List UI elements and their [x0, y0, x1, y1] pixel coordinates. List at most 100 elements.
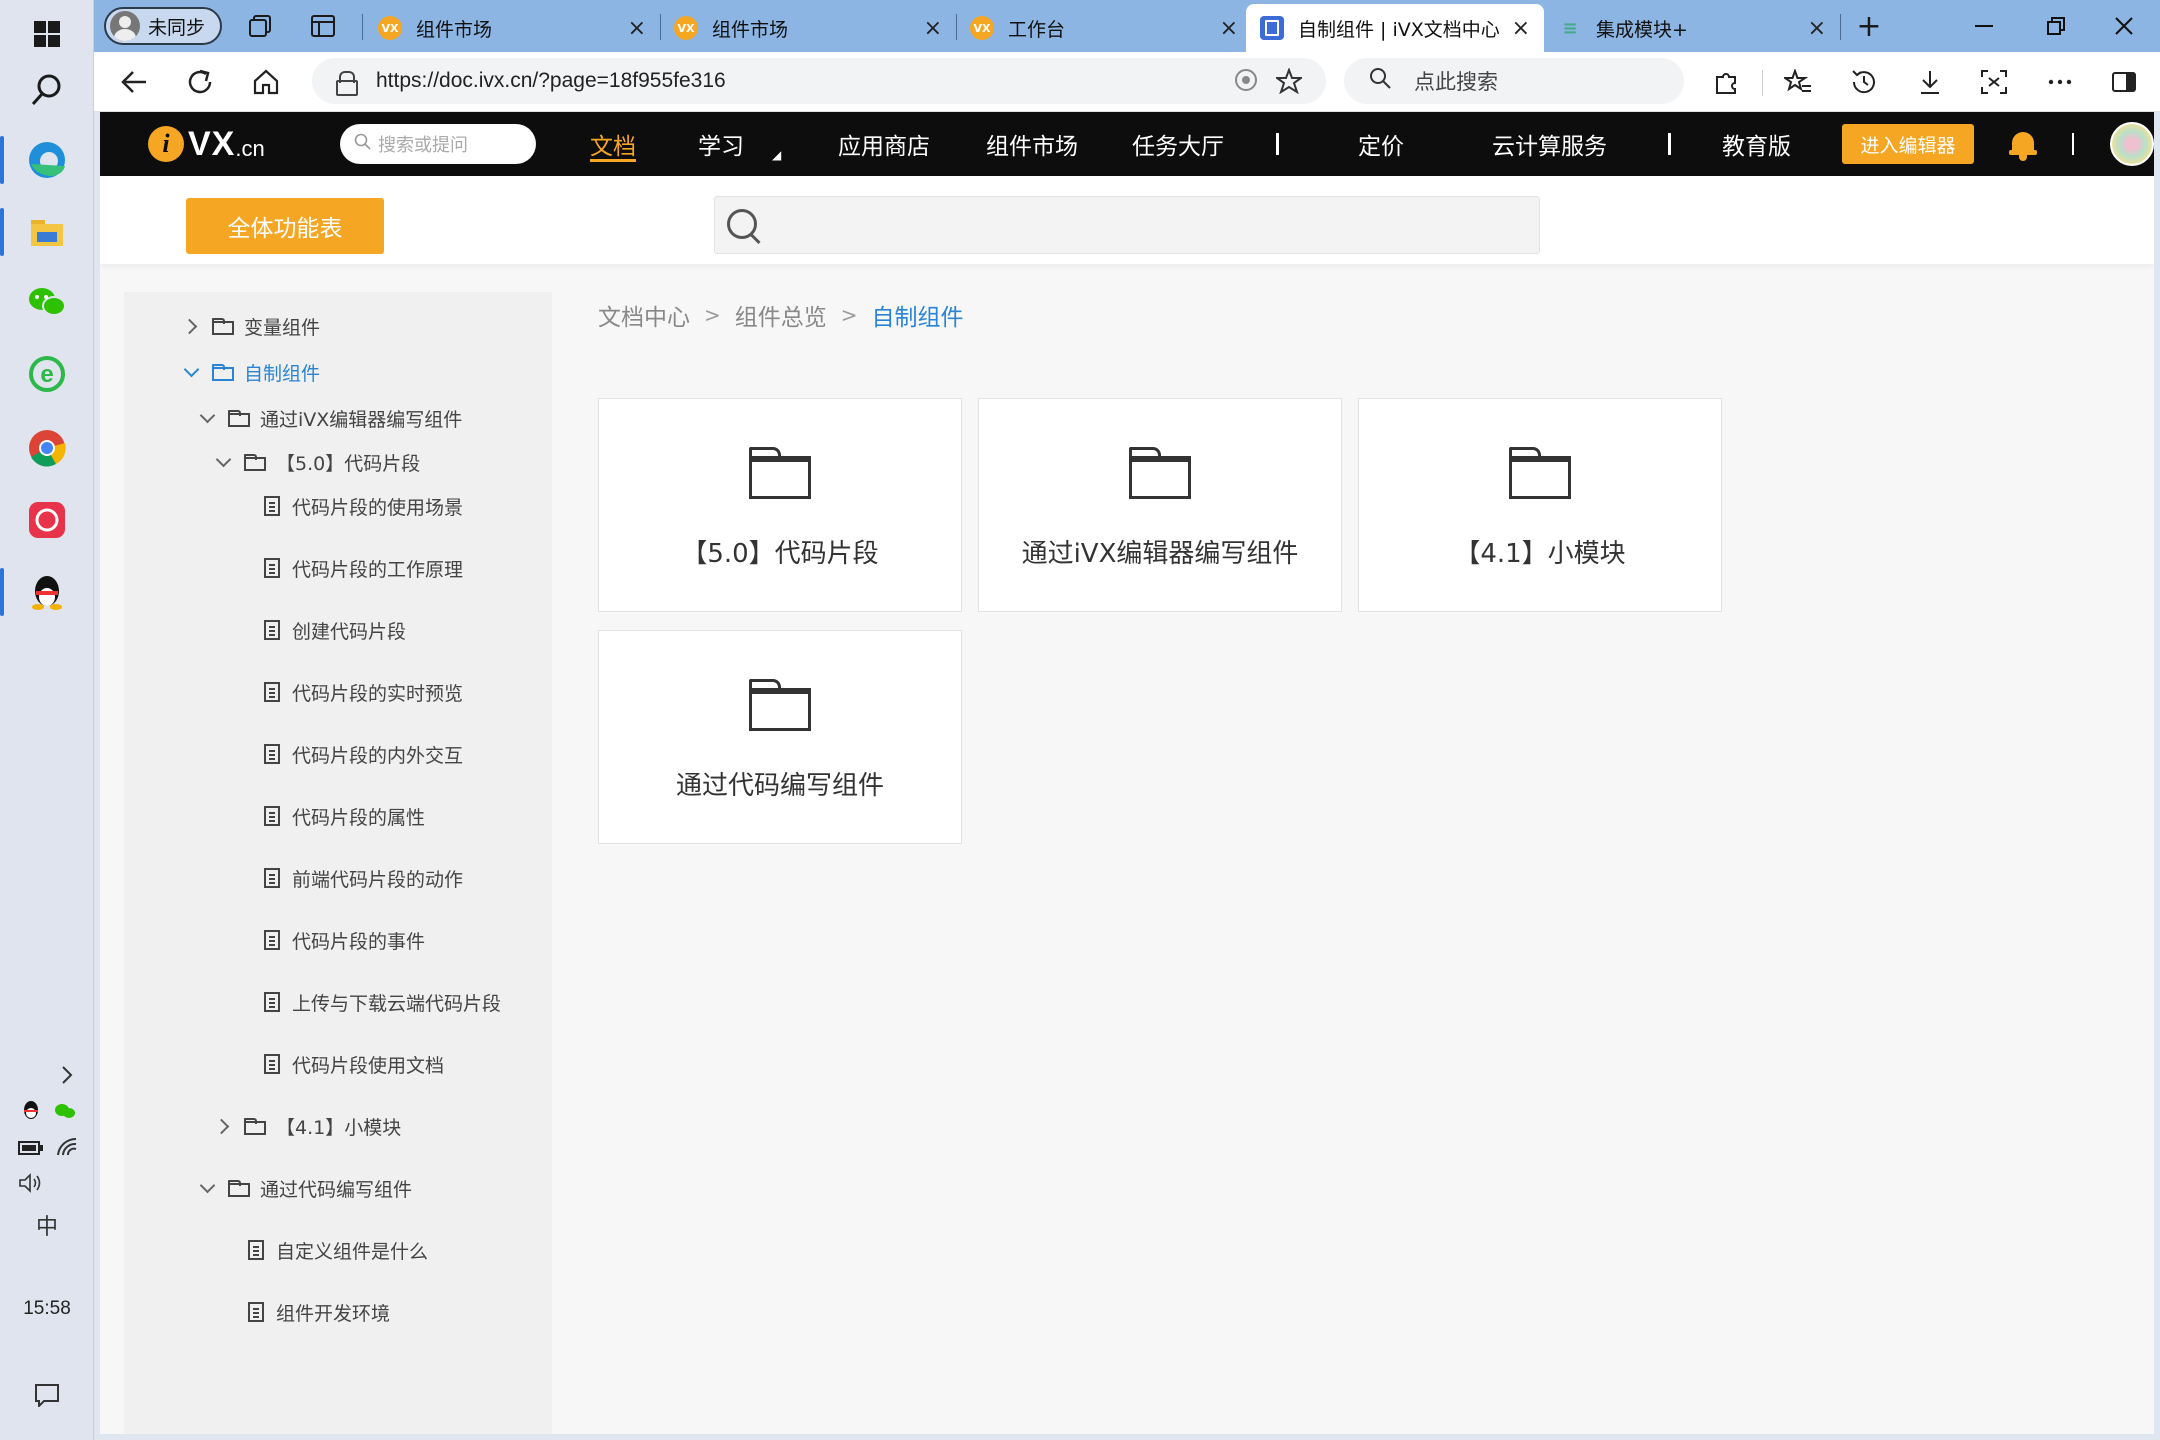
folder-card[interactable]: 【5.0】代码片段 — [598, 398, 962, 612]
nav-docs[interactable]: 文档 — [590, 112, 636, 176]
wifi-icon[interactable] — [54, 1134, 80, 1160]
bell-icon[interactable] — [2008, 126, 2038, 162]
tray-qq-icon[interactable] — [18, 1098, 44, 1124]
clock[interactable]: 15:58 — [0, 1298, 94, 1320]
tree-item-ivx-editor-components[interactable]: 通过iVX编辑器编写组件 — [198, 398, 462, 438]
battery-icon[interactable] — [16, 1136, 46, 1160]
tab-close-icon[interactable]: × — [924, 16, 942, 41]
back-button[interactable] — [114, 64, 154, 100]
taskbar-file-explorer[interactable] — [0, 198, 94, 266]
enter-editor-button[interactable]: 进入编辑器 — [1842, 124, 1974, 164]
lock-icon[interactable] — [336, 71, 358, 96]
chevron-right-icon[interactable] — [214, 1117, 232, 1135]
tree-doc-item[interactable]: 组件开发环境 — [248, 1292, 390, 1332]
favorite-star-icon[interactable] — [1273, 67, 1305, 100]
profile-button[interactable]: 未同步 — [104, 7, 222, 45]
restore-button[interactable] — [2032, 8, 2080, 44]
tree-doc-item[interactable]: 代码片段的实时预览 — [264, 672, 463, 712]
chevron-down-icon[interactable] — [198, 1179, 216, 1197]
nav-cloud[interactable]: 云计算服务 — [1492, 112, 1607, 176]
chevron-right-icon[interactable] — [182, 317, 200, 335]
home-button[interactable] — [246, 64, 286, 100]
search-button[interactable] — [0, 56, 94, 124]
notification-center-icon[interactable] — [30, 1380, 64, 1410]
all-features-button[interactable]: 全体功能表 — [186, 198, 384, 254]
breadcrumb-item[interactable]: 组件总览 — [735, 298, 827, 332]
user-avatar[interactable] — [2110, 122, 2154, 166]
tree-item-custom-components[interactable]: 自制组件 — [182, 352, 320, 392]
extensions-button[interactable] — [1706, 64, 1746, 100]
volume-icon[interactable] — [16, 1170, 46, 1196]
nav-education[interactable]: 教育版 — [1722, 112, 1791, 176]
chevron-down-icon[interactable] — [214, 453, 232, 471]
app-red-icon — [29, 502, 65, 538]
caret-down-icon[interactable]: ◢ — [772, 148, 781, 162]
tree-doc-item[interactable]: 上传与下载云端代码片段 — [264, 982, 501, 1022]
tree-item-code-components[interactable]: 通过代码编写组件 — [198, 1168, 412, 1208]
tray-expand-chevron-icon[interactable] — [54, 1060, 80, 1090]
taskbar-chrome[interactable] — [0, 414, 94, 482]
history-button[interactable] — [1844, 64, 1884, 100]
nav-learn[interactable]: 学习 — [698, 112, 744, 176]
tree-doc-item[interactable]: 代码片段的工作原理 — [264, 548, 463, 588]
ivx-logo[interactable]: i VX .cn — [148, 124, 265, 164]
tree-doc-item[interactable]: 代码片段的内外交互 — [264, 734, 463, 774]
tree-item-small-module[interactable]: 【4.1】小模块 — [214, 1106, 401, 1146]
ime-indicator[interactable]: 中 — [30, 1210, 64, 1240]
tray-wechat-icon[interactable] — [52, 1098, 78, 1124]
taskbar-wechat[interactable] — [0, 268, 94, 336]
tab-custom-components[interactable]: 自制组件 | iVX文档中心 × — [1246, 4, 1544, 52]
read-aloud-icon[interactable] — [1234, 68, 1258, 98]
folder-card[interactable]: 【4.1】小模块 — [1358, 398, 1722, 612]
nav-app-store[interactable]: 应用商店 — [838, 112, 930, 176]
taskbar-edge[interactable] — [0, 126, 94, 194]
favorites-button[interactable] — [1778, 64, 1818, 100]
taskbar-qq[interactable] — [0, 558, 94, 626]
tree-item-code-snippets[interactable]: 【5.0】代码片段 — [214, 442, 420, 482]
nav-task-hall[interactable]: 任务大厅 — [1132, 112, 1224, 176]
new-tab-button[interactable]: + — [1852, 9, 1886, 44]
tab-integration-module[interactable]: ≡ 集成模块+ × — [1544, 4, 1840, 52]
tab-workbench[interactable]: VX 工作台 × — [956, 4, 1252, 52]
collections-icon[interactable] — [244, 10, 278, 42]
folder-card[interactable]: 通过代码编写组件 — [598, 630, 962, 844]
tree-item-variable-components[interactable]: 变量组件 — [182, 306, 320, 346]
chevron-down-icon[interactable] — [198, 409, 216, 427]
nav-component-market[interactable]: 组件市场 — [986, 112, 1078, 176]
site-search-input[interactable]: 搜索或提问 — [340, 124, 536, 164]
tab-component-market-2[interactable]: VX 组件市场 × — [660, 4, 956, 52]
refresh-button[interactable] — [180, 64, 220, 100]
tree-doc-item[interactable]: 自定义组件是什么 — [248, 1230, 428, 1270]
tree-doc-item[interactable]: 代码片段使用文档 — [264, 1044, 444, 1084]
tab-close-icon[interactable]: × — [1512, 16, 1530, 41]
tree-doc-item[interactable]: 创建代码片段 — [264, 610, 406, 650]
url-text[interactable]: https://doc.ivx.cn/?page=18f955fe316 — [376, 69, 726, 93]
folder-card[interactable]: 通过iVX编辑器编写组件 — [978, 398, 1342, 612]
more-menu-button[interactable] — [2040, 64, 2080, 100]
minimize-button[interactable] — [1960, 8, 2008, 44]
qq-penguin-icon — [32, 576, 62, 610]
doc-subheader: 全体功能表 — [100, 176, 2154, 264]
doc-search-input[interactable] — [714, 196, 1540, 254]
taskbar-app-red[interactable] — [0, 486, 94, 554]
breadcrumb-item[interactable]: 文档中心 — [598, 298, 690, 332]
address-bar[interactable]: https://doc.ivx.cn/?page=18f955fe316 — [312, 58, 1326, 104]
browser-search-box[interactable]: 点此搜索 — [1344, 58, 1684, 104]
chevron-down-icon[interactable] — [182, 363, 200, 381]
taskbar-ie[interactable]: e — [0, 340, 94, 408]
close-window-button[interactable] — [2100, 8, 2148, 44]
tree-doc-item[interactable]: 前端代码片段的动作 — [264, 858, 463, 898]
tree-doc-item[interactable]: 代码片段的使用场景 — [264, 486, 463, 526]
downloads-button[interactable] — [1910, 64, 1950, 100]
screenshot-button[interactable] — [1974, 64, 2014, 100]
tab-component-market-1[interactable]: VX 组件市场 × — [364, 4, 660, 52]
tab-actions-icon[interactable] — [306, 10, 340, 42]
tab-close-icon[interactable]: × — [1220, 16, 1238, 41]
tree-doc-item[interactable]: 代码片段的事件 — [264, 920, 425, 960]
nav-pricing[interactable]: 定价 — [1358, 112, 1404, 176]
refresh-icon — [188, 69, 212, 94]
tab-close-icon[interactable]: × — [628, 16, 646, 41]
sidebar-toggle-button[interactable] — [2104, 64, 2144, 100]
tab-close-icon[interactable]: × — [1808, 16, 1826, 41]
tree-doc-item[interactable]: 代码片段的属性 — [264, 796, 425, 836]
